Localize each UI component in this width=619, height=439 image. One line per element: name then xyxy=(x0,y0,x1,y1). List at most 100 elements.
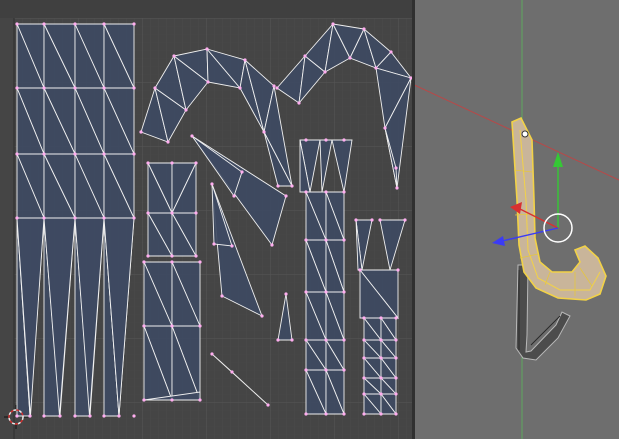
uv-vertex[interactable] xyxy=(379,412,383,416)
uv-vertex[interactable] xyxy=(132,22,136,26)
uv-vertex[interactable] xyxy=(362,338,366,342)
uv-editor[interactable] xyxy=(0,0,412,439)
uv-vertex[interactable] xyxy=(198,324,202,328)
uv-vertex[interactable] xyxy=(362,27,366,31)
uv-vertex[interactable] xyxy=(73,414,77,418)
uv-vertex[interactable] xyxy=(324,412,328,416)
uv-vertex[interactable] xyxy=(194,211,198,215)
uv-vertex[interactable] xyxy=(262,130,266,134)
uv-vertex[interactable] xyxy=(342,190,346,194)
uv-vertex[interactable] xyxy=(324,338,328,342)
uv-vertex[interactable] xyxy=(102,216,106,220)
uv-vertex[interactable] xyxy=(210,182,214,186)
hook-mesh[interactable] xyxy=(511,116,607,361)
uv-vertex[interactable] xyxy=(260,314,264,318)
uv-vertex[interactable] xyxy=(73,216,77,220)
uv-vertex[interactable] xyxy=(132,216,136,220)
uv-vertex[interactable] xyxy=(362,316,366,320)
uv-vertex[interactable] xyxy=(304,190,308,194)
uv-vertex[interactable] xyxy=(276,184,280,188)
uv-vertex[interactable] xyxy=(240,170,244,174)
uv-vertex[interactable] xyxy=(394,392,398,396)
uv-vertex[interactable] xyxy=(304,412,308,416)
uv-vertex[interactable] xyxy=(324,368,328,372)
uv-vertex[interactable] xyxy=(394,356,398,360)
uv-island-body[interactable] xyxy=(15,22,136,418)
uv-vertex[interactable] xyxy=(379,356,383,360)
uv-vertex[interactable] xyxy=(324,138,328,142)
uv-vertex[interactable] xyxy=(304,338,308,342)
uv-vertex[interactable] xyxy=(379,316,383,320)
uv-vertex[interactable] xyxy=(132,414,136,418)
uv-vertex[interactable] xyxy=(284,194,288,198)
uv-vertex[interactable] xyxy=(396,268,400,272)
uv-vertex[interactable] xyxy=(232,194,236,198)
uv-vertex[interactable] xyxy=(342,238,346,242)
uv-vertex[interactable] xyxy=(362,376,366,380)
uv-vertex[interactable] xyxy=(379,376,383,380)
uv-vertex[interactable] xyxy=(184,108,188,112)
uv-vertex[interactable] xyxy=(42,152,46,156)
uv-vertex[interactable] xyxy=(276,338,280,342)
uv-vertex[interactable] xyxy=(102,152,106,156)
uv-vertex[interactable] xyxy=(270,243,274,247)
uv-vertex[interactable] xyxy=(379,392,383,396)
uv-vertex[interactable] xyxy=(362,392,366,396)
uv-vertex[interactable] xyxy=(323,70,327,74)
uv-vertex[interactable] xyxy=(15,22,19,26)
uv-vertex[interactable] xyxy=(142,260,146,264)
uv-vertex[interactable] xyxy=(142,324,146,328)
uv-vertex[interactable] xyxy=(102,86,106,90)
uv-vertex[interactable] xyxy=(290,184,294,188)
uv-vertex[interactable] xyxy=(394,166,398,170)
uv-vertex[interactable] xyxy=(42,22,46,26)
uv-vertex[interactable] xyxy=(42,414,46,418)
uv-vertex[interactable] xyxy=(73,152,77,156)
uv-vertex[interactable] xyxy=(230,370,234,374)
uv-vertex[interactable] xyxy=(394,316,398,320)
uv-island-column-a[interactable] xyxy=(142,161,202,402)
uv-vertex[interactable] xyxy=(342,138,346,142)
uv-vertex[interactable] xyxy=(194,161,198,165)
uv-vertex[interactable] xyxy=(389,50,393,54)
uv-vertex[interactable] xyxy=(88,414,92,418)
uv-vertex[interactable] xyxy=(275,86,279,90)
uv-vertex[interactable] xyxy=(210,352,214,356)
uv-vertex[interactable] xyxy=(378,218,382,222)
uv-vertex[interactable] xyxy=(42,86,46,90)
uv-vertex[interactable] xyxy=(342,368,346,372)
uv-vertex[interactable] xyxy=(146,161,150,165)
uv-vertex[interactable] xyxy=(290,338,294,342)
uv-vertex[interactable] xyxy=(394,412,398,416)
uv-vertex[interactable] xyxy=(370,218,374,222)
uv-vertex[interactable] xyxy=(102,22,106,26)
uv-vertex[interactable] xyxy=(303,54,307,58)
uv-vertex[interactable] xyxy=(354,218,358,222)
uv-vertex[interactable] xyxy=(170,254,174,258)
uv-vertex[interactable] xyxy=(194,254,198,258)
uv-vertex[interactable] xyxy=(15,152,19,156)
uv-vertex[interactable] xyxy=(403,218,407,222)
uv-vertex[interactable] xyxy=(146,254,150,258)
uv-vertex[interactable] xyxy=(170,324,174,328)
uv-vertex[interactable] xyxy=(212,242,216,246)
uv-vertex[interactable] xyxy=(395,186,399,190)
uv-vertex[interactable] xyxy=(342,338,346,342)
uv-vertex[interactable] xyxy=(15,414,19,418)
uv-vertex[interactable] xyxy=(243,58,247,62)
uv-vertex[interactable] xyxy=(383,126,387,130)
uv-vertex[interactable] xyxy=(342,290,346,294)
viewport-canvas[interactable] xyxy=(415,0,619,439)
uv-vertex[interactable] xyxy=(73,86,77,90)
uv-vertex[interactable] xyxy=(170,211,174,215)
uv-vertex[interactable] xyxy=(166,140,170,144)
uv-vertex[interactable] xyxy=(102,414,106,418)
uv-vertex[interactable] xyxy=(220,294,224,298)
uv-vertex[interactable] xyxy=(190,134,194,138)
uv-vertex[interactable] xyxy=(153,86,157,90)
uv-vertex[interactable] xyxy=(170,398,174,402)
uv-vertex[interactable] xyxy=(304,138,308,142)
uv-vertex[interactable] xyxy=(394,338,398,342)
uv-vertex[interactable] xyxy=(132,86,136,90)
uv-vertex[interactable] xyxy=(172,54,176,58)
